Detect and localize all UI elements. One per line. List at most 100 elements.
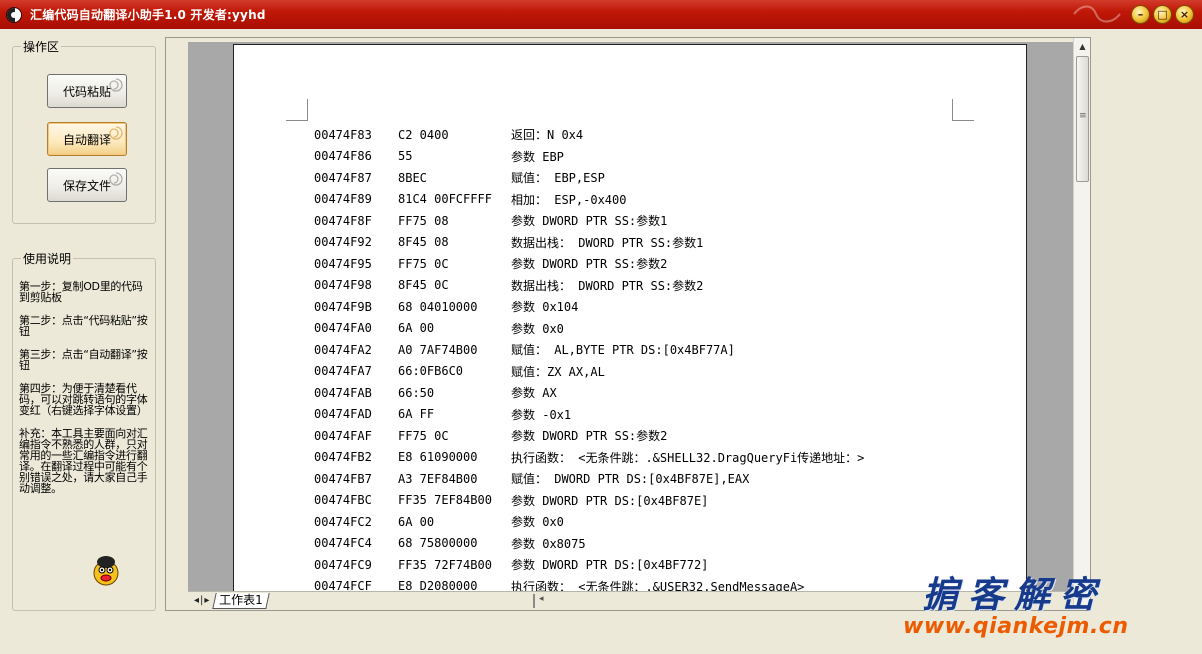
code-row: 00474F9B 68 04010000 参数 0x104 — [314, 296, 864, 318]
page-corner-mark — [286, 99, 308, 121]
code-address: 00474FBC — [314, 493, 372, 508]
code-bytes: FF35 7EF84B00 — [398, 493, 492, 508]
code-bytes: 6A FF — [398, 407, 435, 422]
page-corner-mark — [952, 99, 974, 121]
code-address: 00474F86 — [314, 149, 372, 164]
auto-translate-label: 自动翻译 — [62, 132, 111, 147]
help-step-3: 第三步：点击“自动翻译”按钮 — [19, 348, 148, 372]
code-bytes: E8 D2080000 — [398, 579, 478, 591]
sheet-nav-arrows[interactable]: ◂|▸ — [194, 595, 210, 606]
code-row: 00474FC9 FF35 72F74B00 参数 DWORD PTR DS:[0x… — [314, 554, 864, 576]
code-bytes: 8F45 08 — [398, 235, 449, 250]
code-row: 00474F92 8F45 08 数据出栈： DWORD PTR SS:参数1 — [314, 232, 864, 254]
code-row: 00474F89 81C4 00FCFFFF 相加： ESP,-0x400 — [314, 189, 864, 211]
code-bytes: A0 7AF74B00 — [398, 342, 478, 357]
code-translation: 返回：N 0x4 — [511, 128, 584, 143]
scroll-thumb[interactable] — [1076, 56, 1089, 182]
code-bytes: 8F45 0C — [398, 278, 449, 293]
maximize-button[interactable]: □ — [1153, 5, 1172, 24]
code-address: 00474F98 — [314, 278, 372, 293]
code-bytes: 66:0FB6C0 — [398, 364, 464, 379]
document-page[interactable]: 00474F83 C2 0400 返回：N 0x4 00474F86 55 参数 EBP 0… — [233, 44, 1027, 591]
code-translation: 参数 0x0 — [511, 515, 564, 530]
app-icon — [6, 6, 22, 23]
scroll-up-icon[interactable]: ▲ — [1076, 40, 1089, 53]
code-translation: 赋值： EBP,ESP — [511, 171, 605, 186]
code-address: 00474F87 — [314, 170, 372, 185]
code-row: 00474F95 FF75 0C 参数 DWORD PTR SS:参数2 — [314, 253, 864, 275]
code-bytes: A3 7EF84B00 — [398, 471, 478, 486]
code-bytes: FF35 72F74B00 — [398, 557, 492, 572]
code-address: 00474F89 — [314, 192, 372, 207]
code-row: 00474FB2 E8 61090000 执行函数： <无条件跳：.&SHELL32… — [314, 447, 864, 469]
operations-legend: 操作区 — [21, 38, 62, 55]
paste-code-label: 代码粘贴 — [62, 84, 111, 99]
code-translation: 参数 0x8075 — [511, 536, 586, 551]
code-translation: 参数 AX — [511, 386, 557, 401]
code-address: 00474FC4 — [314, 536, 372, 551]
code-translation: 赋值： AL,BYTE PTR DS:[0x4BF77A] — [511, 343, 735, 358]
vertical-scrollbar[interactable]: ▲ — [1073, 38, 1090, 610]
code-translation: 执行函数： <无条件跳：.&USER32.SendMessageA> — [511, 579, 805, 591]
code-address: 00474FB2 — [314, 450, 372, 465]
code-translation: 参数 DWORD PTR DS:[0x4BF87E] — [511, 493, 709, 508]
title-decoration-icon — [1073, 5, 1121, 23]
code-bytes: 6A 00 — [398, 514, 435, 529]
code-bytes: 6A 00 — [398, 321, 435, 336]
swirl-icon — [109, 172, 123, 186]
code-bytes: FF75 0C — [398, 428, 449, 443]
help-step-1: 第一步：复制OD里的代码到剪贴板 — [19, 280, 143, 304]
help-step-4: 第四步：为便于清楚看代码，可以对跳转语句的字体变红（右键选择字体设置） — [19, 382, 148, 417]
paste-code-button[interactable]: 代码粘贴 — [47, 74, 127, 108]
code-address: 00474F9B — [314, 299, 372, 314]
code-translation: 参数 DWORD PTR SS:参数2 — [511, 257, 668, 272]
code-bytes: 68 04010000 — [398, 299, 478, 314]
code-bytes: C2 0400 — [398, 127, 449, 142]
code-address: 00474FCF — [314, 579, 372, 591]
code-address: 00474FAB — [314, 385, 372, 400]
code-translation: 数据出栈： DWORD PTR SS:参数1 — [511, 235, 704, 250]
code-translation: 相加： ESP,-0x400 — [511, 192, 627, 207]
mascot-icon — [93, 556, 119, 586]
code-row: 00474FB7 A3 7EF84B00 赋值： DWORD PTR DS:[0x4… — [314, 468, 864, 490]
code-translation: 赋值：ZX AX,AL — [511, 364, 605, 379]
code-translation: 参数 DWORD PTR SS:参数1 — [511, 214, 668, 229]
watermark-url: www.qiankejm.cn — [903, 614, 1129, 639]
code-address: 00474FA0 — [314, 321, 372, 336]
scroll-left-icon[interactable]: ◂ — [539, 594, 544, 604]
code-row: 00474FCF E8 D2080000 执行函数： <无条件跳：.&USER32.… — [314, 576, 864, 591]
help-note: 补充：本工具主要面向对汇编指令不熟悉的人群，只对常用的一些汇编指令进行翻译。在翻… — [19, 427, 148, 495]
document-frame: 00474F83 C2 0400 返回：N 0x4 00474F86 55 参数 EBP 0… — [165, 37, 1091, 611]
close-button[interactable]: × — [1175, 5, 1194, 24]
code-row: 00474F83 C2 0400 返回：N 0x4 — [314, 124, 864, 146]
code-address: 00474F83 — [314, 127, 372, 142]
code-row: 00474F86 55 参数 EBP — [314, 146, 864, 168]
auto-translate-button[interactable]: 自动翻译 — [47, 122, 127, 156]
code-bytes: E8 61090000 — [398, 450, 478, 465]
code-translation: 数据出栈： DWORD PTR SS:参数2 — [511, 278, 704, 293]
code-row: 00474FAB 66:50 参数 AX — [314, 382, 864, 404]
code-address: 00474FA2 — [314, 342, 372, 357]
document-view[interactable]: 00474F83 C2 0400 返回：N 0x4 00474F86 55 参数 EBP 0… — [188, 42, 1073, 591]
save-file-label: 保存文件 — [62, 178, 111, 193]
save-file-button[interactable]: 保存文件 — [47, 168, 127, 202]
code-bytes: 8BEC — [398, 170, 427, 185]
sheet-tab-label: 工作表1 — [219, 592, 264, 607]
sheet-tab[interactable]: 工作表1 — [212, 592, 270, 609]
code-table: 00474F83 C2 0400 返回：N 0x4 00474F86 55 参数 EBP 0… — [314, 124, 864, 591]
code-translation: 参数 0x104 — [511, 300, 579, 315]
code-translation: 参数 DWORD PTR SS:参数2 — [511, 429, 668, 444]
minimize-button[interactable]: – — [1131, 5, 1150, 24]
code-row: 00474FC4 68 75800000 参数 0x8075 — [314, 533, 864, 555]
help-legend: 使用说明 — [21, 250, 74, 267]
code-bytes: 68 75800000 — [398, 536, 478, 551]
code-row: 00474F87 8BEC 赋值： EBP,ESP — [314, 167, 864, 189]
code-address: 00474FB7 — [314, 471, 372, 486]
code-bytes: FF75 0C — [398, 256, 449, 271]
code-address: 00474FAF — [314, 428, 372, 443]
code-row: 00474FC2 6A 00 参数 0x0 — [314, 511, 864, 533]
swirl-icon — [109, 126, 123, 140]
code-row: 00474FBC FF35 7EF84B00 参数 DWORD PTR DS:[0x… — [314, 490, 864, 512]
code-bytes: 81C4 00FCFFFF — [398, 192, 492, 207]
code-row: 00474FAD 6A FF 参数 -0x1 — [314, 404, 864, 426]
